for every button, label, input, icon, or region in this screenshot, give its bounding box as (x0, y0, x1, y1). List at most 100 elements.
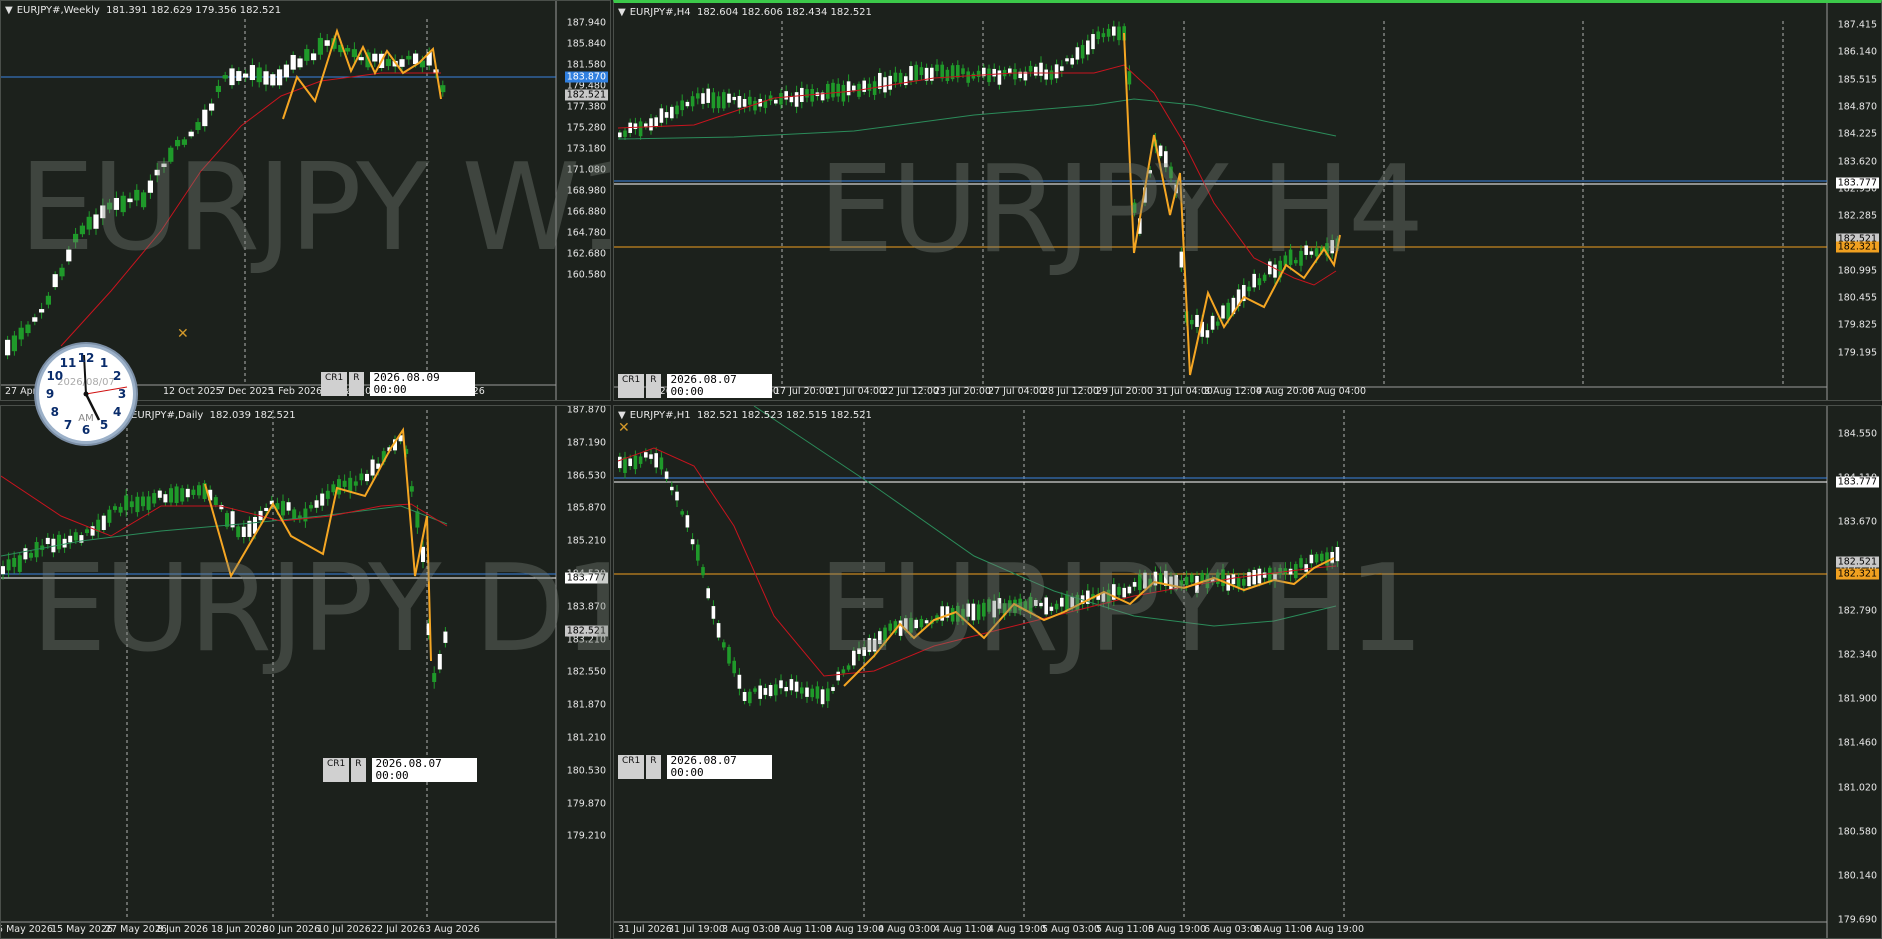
candle (1320, 553, 1324, 561)
chart-panel-h1[interactable]: ▼ EURJPY#,H1 182.521 182.523 182.515 182.… (613, 405, 1882, 939)
candle (181, 139, 187, 145)
price-axis[interactable]: 187.415 186.140 185.515 184.870 184.225 183.6… (1827, 3, 1881, 400)
candle (409, 486, 414, 492)
chart-header-h1: ▼ EURJPY#,H1 182.521 182.523 182.515 182.… (618, 410, 872, 421)
chart-panel-h4[interactable]: ▼ EURJPY#,H4 182.604 182.606 182.434 182.… (613, 0, 1882, 401)
candle (1044, 69, 1048, 80)
candle (1252, 273, 1256, 288)
cr1-button[interactable]: CR1 (618, 755, 645, 779)
candle (1309, 554, 1314, 564)
r-button[interactable]: R (646, 374, 661, 398)
price-label: 162.680 (566, 248, 606, 260)
chart-panel-w1[interactable]: ▼ EURJPY#,Weekly 181.391 182.629 179.356 … (0, 0, 611, 401)
candle (12, 557, 17, 567)
candle (270, 74, 276, 86)
price-label: 164.780 (566, 227, 606, 239)
candle (286, 502, 291, 511)
candle (893, 72, 898, 82)
candle (815, 686, 820, 699)
candle (415, 511, 420, 528)
time-label: 18 Jun 2026 (211, 924, 269, 935)
candle (62, 538, 67, 548)
r-button[interactable]: R (646, 755, 661, 779)
time-label: 21 Jul 04:00 (828, 386, 885, 397)
candle (1039, 62, 1043, 76)
price-axis[interactable]: 187.870187.190186.530185.870185.210184.5… (556, 406, 610, 938)
candle (399, 59, 405, 67)
candle (86, 216, 92, 230)
cr1-button[interactable]: CR1 (321, 372, 348, 396)
r-button[interactable]: R (349, 372, 364, 396)
time-label: 15 May 2026 (51, 924, 113, 935)
price-label: 182.790 (1837, 605, 1877, 617)
price-marker: 183.870 (564, 71, 608, 83)
candle (5, 339, 11, 356)
collapse-triangle-icon[interactable]: ▼ (618, 7, 626, 18)
candle (6, 559, 11, 571)
candle (1221, 305, 1225, 319)
candle (1179, 580, 1184, 586)
candle (633, 455, 638, 470)
cr1-button[interactable]: CR1 (323, 758, 350, 782)
candle (696, 544, 700, 561)
price-label: 187.190 (566, 437, 606, 449)
r-button[interactable]: R (351, 758, 366, 782)
candle (768, 685, 773, 697)
candle (1, 566, 5, 575)
price-label: 180.580 (1837, 826, 1877, 838)
date-box[interactable]: 2026.08.07 00:00 (666, 374, 772, 398)
date-box[interactable]: 2026.08.07 00:00 (666, 755, 772, 779)
crosshair-tool-icon[interactable]: ✕ (618, 420, 630, 436)
candle (774, 99, 778, 104)
candle (805, 89, 809, 98)
candle (1216, 321, 1220, 326)
candle (670, 486, 674, 491)
candle (1013, 69, 1017, 80)
candle (264, 507, 269, 511)
candle (195, 122, 201, 130)
candle (191, 489, 196, 495)
price-axis[interactable]: 184.550184.110183.670183.230182.790182.3… (1827, 406, 1881, 938)
candle (841, 84, 846, 102)
price-label: 177.380 (566, 101, 606, 113)
chart-panel-d1[interactable]: EURJPY#,Daily 182.039 182.521 EURJPY D1 … (0, 405, 611, 939)
analog-clock[interactable]: 2026/08/07 AM 121234567891011 (36, 344, 136, 444)
candle (283, 64, 289, 78)
time-label: 23 Jul 20:00 (934, 386, 991, 397)
cr1-button[interactable]: CR1 (618, 374, 645, 398)
candle (309, 505, 313, 509)
candle (898, 72, 903, 84)
candle (281, 501, 285, 516)
clock-numeral: 9 (45, 387, 55, 401)
candle (872, 638, 877, 652)
candle (1091, 34, 1095, 50)
candle (107, 202, 113, 210)
price-label: 185.515 (1837, 74, 1877, 86)
zigzag-line (204, 427, 432, 662)
candle (372, 53, 378, 62)
price-axis[interactable]: 187.940 185.840 181.580 179.480 177.380 175.2… (556, 1, 610, 400)
price-label: 168.980 (566, 185, 606, 197)
price-label: 185.870 (566, 502, 606, 514)
price-label: 179.690 (1837, 914, 1877, 926)
candle (197, 485, 201, 496)
candle (25, 324, 31, 334)
candle (638, 121, 643, 137)
date-box[interactable]: 2026.08.07 00:00 (371, 758, 477, 782)
date-box[interactable]: 2026.08.09 00:00 (369, 372, 475, 396)
time-label: 6 Aug 11:00 (1254, 924, 1313, 935)
clock-numeral: 5 (99, 418, 109, 433)
crosshair-tool-icon[interactable]: ✕ (177, 326, 189, 342)
candle (1054, 64, 1059, 79)
price-marker: 183.777 (1835, 177, 1879, 189)
candle (406, 55, 412, 60)
time-label: 8 Jun 2026 (157, 924, 209, 935)
candle (1054, 603, 1059, 610)
candle (1314, 248, 1319, 257)
collapse-triangle-icon[interactable]: ▼ (5, 5, 13, 16)
candle (810, 88, 814, 102)
candle (826, 688, 830, 702)
candle (241, 526, 246, 538)
candle (101, 515, 106, 530)
candle (157, 490, 162, 498)
